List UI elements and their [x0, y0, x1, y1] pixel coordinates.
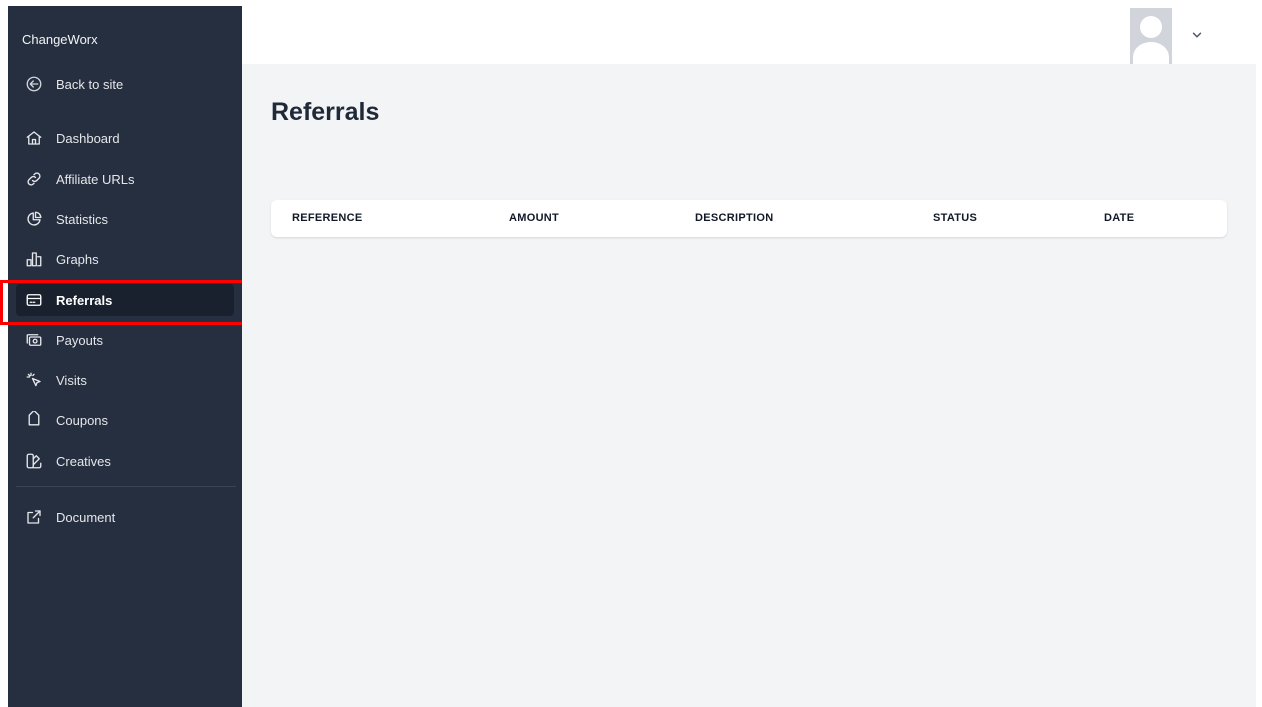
home-icon	[24, 128, 44, 148]
sidebar-item-referrals[interactable]: Referrals	[16, 284, 234, 316]
sidebar-item-label: Coupons	[56, 412, 109, 428]
column-header-amount: AMOUNT	[509, 212, 560, 224]
back-to-site-link[interactable]: Back to site	[16, 68, 234, 100]
avatar[interactable]	[1130, 8, 1172, 64]
top-bar	[242, 6, 1256, 64]
sidebar-item-visits[interactable]: Visits	[16, 364, 234, 396]
column-header-description: DESCRIPTION	[695, 212, 774, 224]
sidebar-item-label: Dashboard	[56, 130, 120, 146]
sidebar-item-dashboard[interactable]: Dashboard	[16, 122, 234, 154]
sidebar-item-graphs[interactable]: Graphs	[16, 243, 234, 275]
pie-chart-icon	[24, 209, 44, 229]
column-header-reference: REFERENCE	[292, 212, 363, 224]
sidebar-item-coupons[interactable]: Coupons	[16, 404, 234, 436]
color-swatch-icon	[24, 451, 44, 471]
main-content: Referrals REFERENCE AMOUNT DESCRIPTION S…	[242, 64, 1256, 707]
sidebar-item-label: Document	[56, 509, 116, 525]
sidebar-item-label: Affiliate URLs	[56, 171, 135, 187]
sidebar-item-statistics[interactable]: Statistics	[16, 203, 234, 235]
sidebar-item-label: Creatives	[56, 453, 111, 469]
tag-icon	[24, 410, 44, 430]
credit-card-icon	[24, 290, 44, 310]
sidebar-item-label: Statistics	[56, 211, 109, 227]
column-header-date: DATE	[1104, 212, 1135, 224]
sidebar-item-label: Visits	[56, 372, 87, 388]
sidebar-item-affiliate-urls[interactable]: Affiliate URLs	[16, 163, 234, 195]
sidebar-item-creatives[interactable]: Creatives	[16, 445, 234, 477]
column-header-status: STATUS	[933, 212, 978, 224]
sidebar-item-document[interactable]: Document	[16, 501, 234, 533]
sidebar-item-label: Graphs	[56, 251, 99, 267]
sidebar-item-payouts[interactable]: Payouts	[16, 324, 234, 356]
bar-graph-icon	[24, 249, 44, 269]
referrals-table: REFERENCE AMOUNT DESCRIPTION STATUS DATE	[271, 200, 1227, 237]
cursor-click-icon	[24, 370, 44, 390]
sidebar-divider	[16, 486, 236, 487]
chevron-down-icon[interactable]	[1190, 28, 1204, 42]
link-icon	[24, 169, 44, 189]
sidebar-item-label: Referrals	[56, 292, 113, 308]
page-title: Referrals	[271, 98, 380, 126]
sidebar-item-label: Payouts	[56, 332, 103, 348]
arrow-left-circle-icon	[24, 74, 44, 94]
cash-icon	[24, 330, 44, 350]
brand-name: ChangeWorx	[22, 32, 98, 47]
external-link-icon	[24, 507, 44, 527]
sidebar: ChangeWorx Back to site Dashboard Affili…	[8, 6, 242, 707]
back-to-site-label: Back to site	[56, 76, 124, 92]
